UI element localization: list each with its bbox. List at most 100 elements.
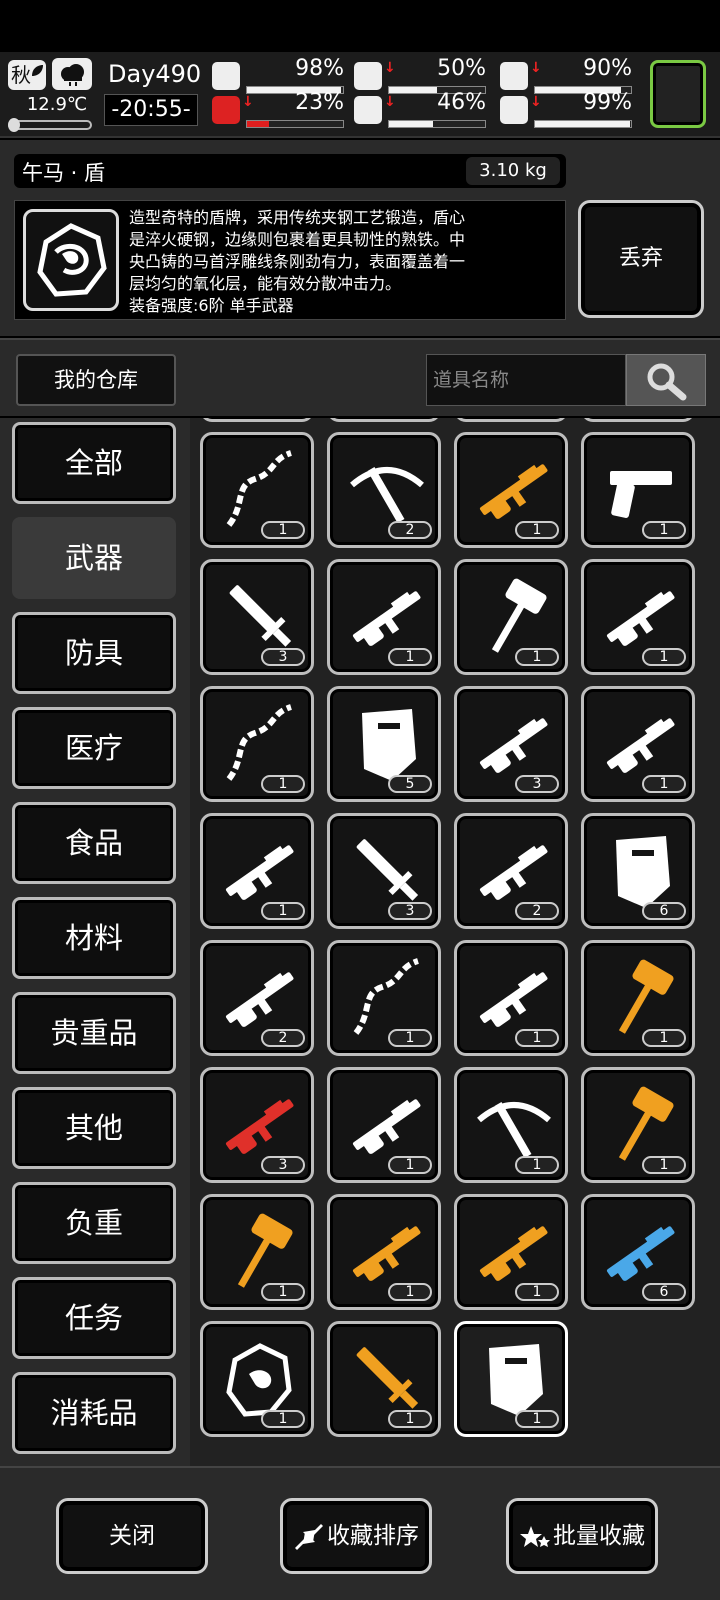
inventory-slot[interactable]: 1 — [327, 1321, 441, 1437]
decrease-arrow-icon: ↓ — [384, 94, 396, 110]
quantity-badge: 1 — [261, 775, 305, 793]
inventory-slot-partial[interactable] — [454, 418, 568, 422]
inventory-slot-partial[interactable] — [200, 418, 314, 422]
inventory-slot[interactable]: 5 — [327, 686, 441, 802]
inventory-slot[interactable]: 2 — [200, 940, 314, 1056]
search-icon — [647, 363, 687, 401]
category-tab[interactable]: 食品 — [12, 802, 176, 884]
quantity-badge: 1 — [515, 1156, 559, 1174]
season-badge: 秋 — [8, 60, 46, 90]
inventory-slot-partial[interactable] — [327, 418, 441, 422]
inventory-slot[interactable]: 1 — [327, 1194, 441, 1310]
stars-icon — [520, 1525, 550, 1547]
search-button[interactable] — [626, 354, 706, 406]
leaf-icon — [32, 65, 43, 76]
item-description-box: 造型奇特的盾牌，采用传统夹钢工艺锻造，盾心 是淬火硬钢，边缘则包裹着更具韧性的熟… — [14, 200, 566, 320]
quantity-badge: 1 — [642, 648, 686, 666]
inventory-slot[interactable]: 1 — [200, 1194, 314, 1310]
inventory-slot[interactable]: 1 — [200, 686, 314, 802]
sort-favorites-button[interactable]: 收藏排序 — [280, 1498, 432, 1574]
item-search-input[interactable] — [426, 354, 626, 406]
category-tab[interactable]: 贵重品 — [12, 992, 176, 1074]
inventory-slot[interactable]: 1 — [454, 1321, 568, 1437]
stat-stamina: ↓ 90% — [500, 56, 632, 94]
stat-medkit: 98% — [212, 56, 344, 94]
stomach-icon — [354, 62, 382, 90]
inventory-slot[interactable]: 1 — [454, 940, 568, 1056]
quantity-badge: 1 — [515, 648, 559, 666]
stat-value: 23% — [295, 90, 344, 115]
inventory-slot[interactable]: 1 — [581, 559, 695, 675]
inventory-slot[interactable]: 2 — [454, 813, 568, 929]
category-tab[interactable]: 消耗品 — [12, 1372, 176, 1454]
quantity-badge: 1 — [388, 1029, 432, 1047]
inventory-slot[interactable]: 1 — [454, 559, 568, 675]
inventory-slot[interactable]: 3 — [200, 559, 314, 675]
inventory-slot[interactable]: 6 — [581, 1194, 695, 1310]
decrease-arrow-icon: ↓ — [530, 60, 542, 76]
inventory-slot[interactable]: 1 — [581, 432, 695, 548]
inventory-slot[interactable]: 1 — [454, 1067, 568, 1183]
heart-icon — [500, 96, 528, 124]
quantity-badge: 1 — [515, 1410, 559, 1428]
quantity-badge: 5 — [388, 775, 432, 793]
stat-water-drop: ↓ 46% — [354, 90, 486, 128]
quantity-badge: 1 — [388, 1410, 432, 1428]
inventory-slot[interactable]: 3 — [327, 813, 441, 929]
inventory-slot[interactable]: 1 — [454, 1194, 568, 1310]
category-tab[interactable]: 武器 — [12, 517, 176, 599]
quick-slot[interactable] — [650, 60, 706, 128]
category-tab[interactable]: 材料 — [12, 897, 176, 979]
stat-heart: ↓ 99% — [500, 90, 632, 128]
stat-value: 46% — [437, 90, 486, 115]
inventory-slot[interactable]: 1 — [200, 432, 314, 548]
stat-value: 50% — [437, 56, 486, 81]
stat-stomach: ↓ 50% — [354, 56, 486, 94]
category-tab[interactable]: 负重 — [12, 1182, 176, 1264]
inventory-slot[interactable]: 1 — [327, 559, 441, 675]
quantity-badge: 6 — [642, 902, 686, 920]
warehouse-bar: 我的仓库 — [0, 338, 720, 416]
category-tab[interactable]: 其他 — [12, 1087, 176, 1169]
item-description: 造型奇特的盾牌，采用传统夹钢工艺锻造，盾心 是淬火硬钢，边缘则包裹着更具韧性的熟… — [129, 208, 466, 315]
category-tab[interactable]: 全部 — [12, 422, 176, 504]
inventory-slot[interactable]: 1 — [200, 813, 314, 929]
quantity-badge: 1 — [515, 1283, 559, 1301]
quantity-badge: 1 — [515, 521, 559, 539]
inventory-slot[interactable]: 1 — [581, 940, 695, 1056]
medkit-icon — [212, 62, 240, 90]
batch-favorite-button[interactable]: 批量收藏 — [506, 1498, 658, 1574]
inventory-slot[interactable]: 1 — [327, 1067, 441, 1183]
inventory-slot[interactable]: 1 — [581, 686, 695, 802]
quantity-badge: 1 — [261, 1410, 305, 1428]
stat-bar — [388, 120, 486, 128]
inventory-slot[interactable]: 3 — [454, 686, 568, 802]
quantity-badge: 3 — [261, 1156, 305, 1174]
inventory-slot-partial[interactable] — [581, 418, 695, 422]
drop-button[interactable]: 丢弃 — [578, 200, 704, 318]
inventory-slot[interactable]: 1 — [327, 940, 441, 1056]
category-tab[interactable]: 医疗 — [12, 707, 176, 789]
inventory-slot[interactable]: 2 — [327, 432, 441, 548]
close-button[interactable]: 关闭 — [56, 1498, 208, 1574]
category-tab[interactable]: 任务 — [12, 1277, 176, 1359]
stat-bar — [246, 120, 344, 128]
inventory-slot[interactable]: 6 — [581, 813, 695, 929]
inventory-slot[interactable]: 1 — [454, 432, 568, 548]
item-name-bar: 午马 · 盾 3.10 kg — [14, 154, 566, 188]
inventory-slot[interactable]: 1 — [200, 1321, 314, 1437]
quantity-badge: 1 — [642, 1029, 686, 1047]
quantity-badge: 1 — [515, 1029, 559, 1047]
quantity-badge: 2 — [515, 902, 559, 920]
leg-injury-icon — [212, 96, 240, 124]
status-hud: 秋 12.9℃ Day490 -20:55- 98% ↓ 50% ↓ 90% ↓ 23% ↓ 4… — [0, 52, 720, 138]
temperature-gauge — [8, 118, 92, 132]
decrease-arrow-icon: ↓ — [530, 94, 542, 110]
quantity-badge: 3 — [261, 648, 305, 666]
category-tab[interactable]: 防具 — [12, 612, 176, 694]
warehouse-title: 我的仓库 — [16, 354, 176, 406]
inventory-slot[interactable]: 3 — [200, 1067, 314, 1183]
quantity-badge: 1 — [388, 1156, 432, 1174]
inventory-slot[interactable]: 1 — [581, 1067, 695, 1183]
quantity-badge: 3 — [388, 902, 432, 920]
